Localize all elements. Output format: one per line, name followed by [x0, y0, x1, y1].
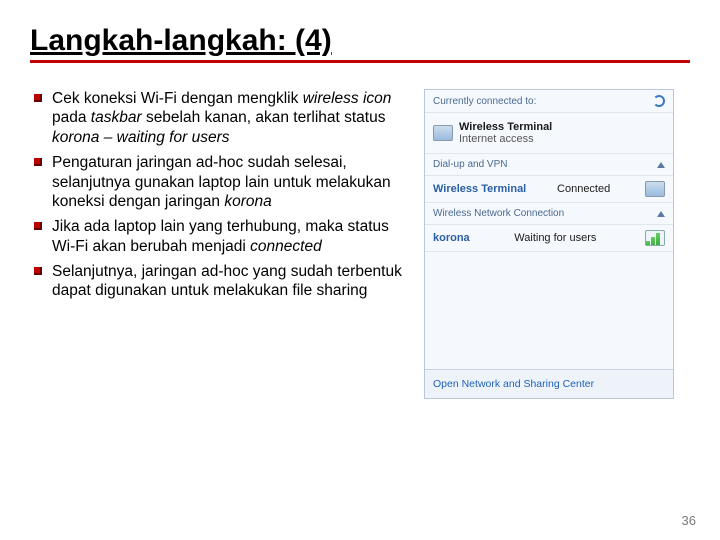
text-em: korona — [224, 193, 271, 210]
text: Jika ada laptop lain yang terhubung, mak… — [52, 218, 389, 254]
header-label: Currently connected to: — [433, 96, 536, 107]
open-network-center-link[interactable]: Open Network and Sharing Center — [425, 369, 673, 398]
section-header: Currently connected to: — [425, 90, 673, 113]
page-number: 36 — [682, 513, 696, 528]
text-em: korona – waiting for users — [52, 129, 229, 146]
list-item: Pengaturan jaringan ad-hoc sudah selesai… — [30, 153, 410, 211]
content-row: Cek koneksi Wi-Fi dengan mengklik wirele… — [30, 89, 690, 399]
header-label: Dial-up and VPN — [433, 159, 507, 170]
list-item: Jika ada laptop lain yang terhubung, mak… — [30, 217, 410, 256]
wifi-network-row[interactable]: korona Waiting for users — [425, 225, 673, 252]
network-info: Wireless Terminal Internet access — [453, 121, 665, 145]
title-underline — [30, 60, 690, 63]
text: sebelah kanan, akan terlihat status — [146, 109, 386, 126]
list-item: Selanjutnya, jaringan ad-hoc yang sudah … — [30, 262, 410, 301]
network-sub: Internet access — [459, 133, 665, 145]
header-label: Wireless Network Connection — [433, 208, 564, 219]
connected-network-row[interactable]: Wireless Terminal Internet access — [425, 113, 673, 154]
list-item: Cek koneksi Wi-Fi dengan mengklik wirele… — [30, 89, 410, 147]
section-header: Wireless Network Connection — [425, 203, 673, 225]
refresh-icon[interactable] — [653, 95, 665, 107]
chevron-up-icon[interactable] — [657, 162, 665, 168]
network-name: korona — [433, 232, 470, 244]
text-em: wireless icon — [303, 90, 392, 107]
section-header: Dial-up and VPN — [425, 154, 673, 176]
bullet-list: Cek koneksi Wi-Fi dengan mengklik wirele… — [30, 89, 410, 399]
slide-title: Langkah-langkah: (4) — [30, 24, 690, 58]
text: Cek koneksi Wi-Fi dengan mengklik — [52, 90, 303, 107]
signal-bars-icon — [645, 230, 665, 246]
wifi-flyout-panel: Currently connected to: Wireless Termina… — [424, 89, 674, 399]
vpn-row[interactable]: Wireless Terminal Connected — [425, 176, 673, 203]
status-label: Waiting for users — [514, 232, 596, 244]
slide: Langkah-langkah: (4) Cek koneksi Wi-Fi d… — [0, 0, 720, 399]
text-em: taskbar — [91, 109, 146, 126]
text: Pengaturan jaringan ad-hoc sudah selesai… — [52, 154, 391, 210]
network-icon — [645, 181, 665, 197]
network-icon — [433, 125, 453, 141]
chevron-up-icon[interactable] — [657, 211, 665, 217]
network-name: Wireless Terminal — [433, 183, 526, 195]
network-name: Wireless Terminal — [459, 121, 665, 133]
text-em: connected — [250, 238, 322, 255]
panel-spacer — [425, 252, 673, 369]
text: pada — [52, 109, 91, 126]
text: Selanjutnya, jaringan ad-hoc yang sudah … — [52, 263, 402, 299]
status-label: Connected — [557, 183, 610, 195]
